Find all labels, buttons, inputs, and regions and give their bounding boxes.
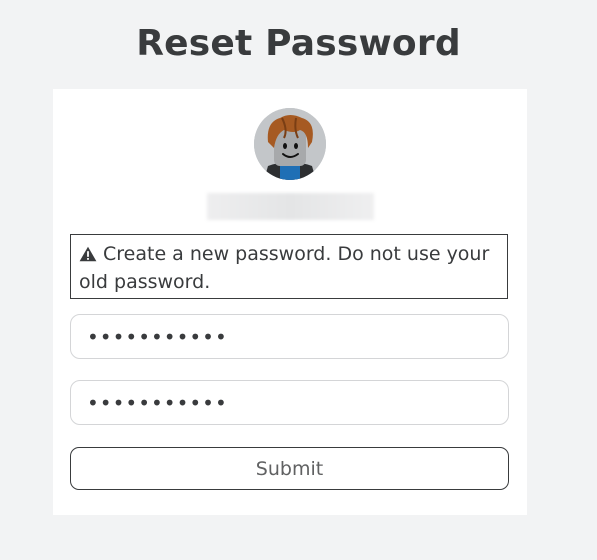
avatar-icon (254, 108, 326, 180)
username-redacted (207, 193, 374, 220)
confirm-password-input[interactable] (70, 380, 509, 425)
reset-password-card: Create a new password. Do not use your o… (53, 89, 527, 515)
password-alert: Create a new password. Do not use your o… (70, 234, 508, 299)
reset-password-page: Reset Password Create a new password. Do… (0, 0, 597, 560)
page-title: Reset Password (136, 23, 461, 64)
warning-icon (79, 243, 97, 269)
alert-message: Create a new password. Do not use your o… (79, 243, 490, 293)
new-password-input[interactable] (70, 314, 509, 359)
avatar (254, 108, 326, 180)
submit-button[interactable]: Submit (70, 447, 509, 490)
